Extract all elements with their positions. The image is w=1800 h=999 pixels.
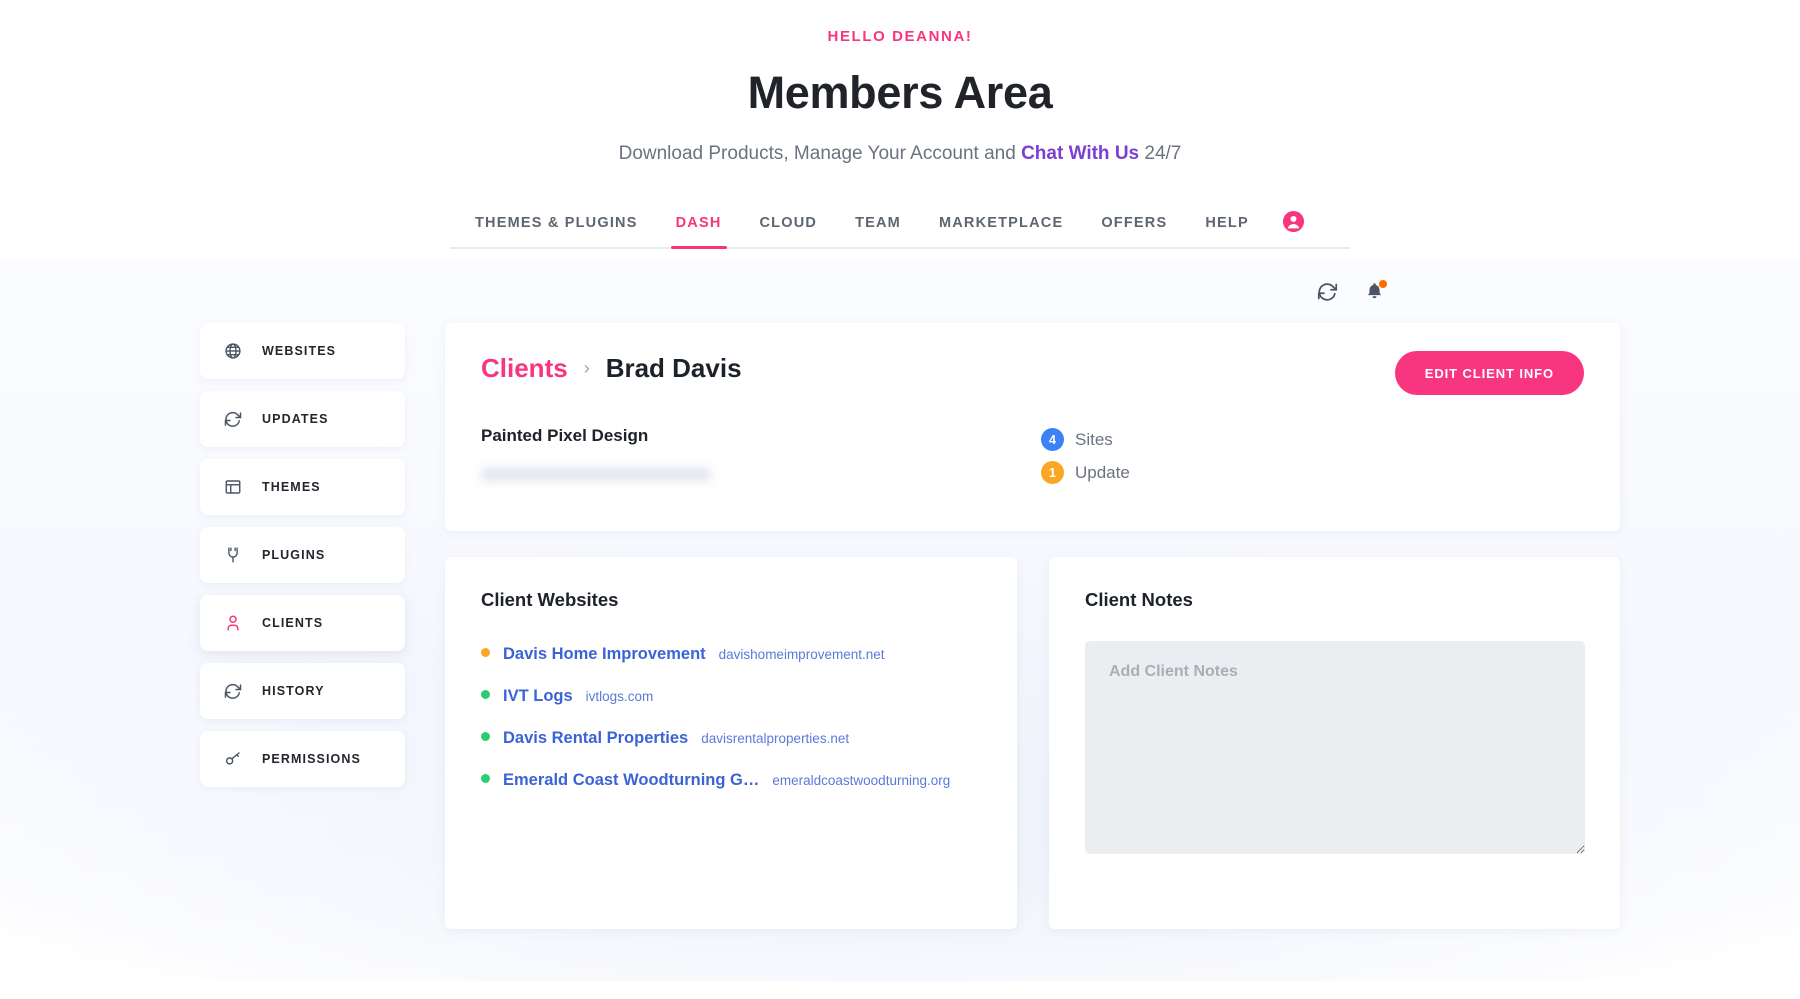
site-name-link[interactable]: IVT Logs	[503, 687, 573, 706]
refresh-icon[interactable]	[1317, 281, 1338, 302]
panel-title: Client Notes	[1085, 589, 1584, 611]
list-item[interactable]: IVT Logs ivtlogs.com	[481, 687, 981, 706]
sidebar-item-label: PLUGINS	[262, 548, 325, 562]
list-item[interactable]: Emerald Coast Woodturning G… emeraldcoas…	[481, 771, 981, 790]
panel-title: Client Websites	[481, 589, 981, 611]
list-item[interactable]: Davis Rental Properties davisrentalprope…	[481, 729, 981, 748]
stat-sites: 4 Sites	[1041, 428, 1130, 451]
account-circle-icon[interactable]	[1282, 210, 1305, 233]
client-email-redacted	[481, 468, 711, 481]
sidebar-item-clients[interactable]: CLIENTS	[200, 595, 405, 651]
chat-with-us-link[interactable]: Chat With Us	[1021, 143, 1139, 164]
window-icon	[224, 478, 242, 496]
site-url-link[interactable]: emeraldcoastwoodturning.org	[772, 773, 950, 788]
status-badge: 1	[1041, 461, 1064, 484]
client-websites-list: Davis Home Improvement davishomeimprovem…	[481, 645, 981, 790]
client-company-name: Painted Pixel Design	[481, 426, 1041, 446]
client-websites-panel: Client Websites Davis Home Improvement d…	[445, 557, 1017, 929]
refresh-icon	[224, 410, 242, 428]
panels-row: Client Websites Davis Home Improvement d…	[445, 557, 1620, 929]
subtitle-prefix: Download Products, Manage Your Account a…	[619, 143, 1021, 164]
client-header-card: Clients › Brad Davis EDIT CLIENT INFO Pa…	[445, 323, 1620, 531]
tab-help[interactable]: HELP	[1186, 207, 1267, 247]
notification-badge-dot	[1379, 280, 1387, 288]
dashboard-layout: WEBSITES UPDATES	[200, 323, 1620, 929]
sidebar: WEBSITES UPDATES	[200, 323, 405, 929]
bell-icon[interactable]	[1364, 281, 1385, 302]
client-stats: 4 Sites 1 Update	[1041, 426, 1130, 494]
edit-client-info-button[interactable]: EDIT CLIENT INFO	[1395, 351, 1584, 395]
person-icon	[224, 614, 242, 632]
site-name-link[interactable]: Emerald Coast Woodturning G…	[503, 771, 759, 790]
client-identity: Painted Pixel Design	[481, 426, 1041, 494]
key-icon	[224, 750, 242, 768]
tab-team[interactable]: TEAM	[836, 207, 920, 247]
main-navigation: THEMES & PLUGINS DASH CLOUD TEAM MARKETP…	[0, 207, 1800, 249]
hero-subtitle: Download Products, Manage Your Account a…	[0, 143, 1800, 165]
site-name-link[interactable]: Davis Home Improvement	[503, 645, 706, 664]
site-url-link[interactable]: davishomeimprovement.net	[719, 647, 885, 662]
dashboard-shell: WEBSITES UPDATES	[0, 261, 1800, 981]
plug-icon	[224, 546, 242, 564]
client-summary: Painted Pixel Design 4 Sites 1 Update	[481, 426, 1584, 494]
globe-icon	[224, 342, 242, 360]
sidebar-item-label: UPDATES	[262, 412, 329, 426]
subtitle-suffix: 24/7	[1139, 143, 1181, 164]
tab-marketplace[interactable]: MARKETPLACE	[920, 207, 1082, 247]
stat-label: Sites	[1075, 430, 1113, 450]
tab-offers[interactable]: OFFERS	[1082, 207, 1186, 247]
status-badge: 4	[1041, 428, 1064, 451]
sidebar-item-websites[interactable]: WEBSITES	[200, 323, 405, 379]
breadcrumb-current: Brad Davis	[606, 353, 742, 384]
tab-dash[interactable]: DASH	[657, 207, 741, 247]
chevron-right-icon: ›	[584, 358, 590, 379]
client-notes-textarea[interactable]	[1085, 641, 1585, 854]
members-area-page: HELLO DEANNA! Members Area Download Prod…	[0, 0, 1800, 999]
status-dot-icon	[481, 690, 490, 699]
tab-themes-plugins[interactable]: THEMES & PLUGINS	[456, 207, 657, 247]
status-dot-icon	[481, 648, 490, 657]
sidebar-item-updates[interactable]: UPDATES	[200, 391, 405, 447]
sidebar-item-label: HISTORY	[262, 684, 325, 698]
status-dot-icon	[481, 732, 490, 741]
sidebar-item-plugins[interactable]: PLUGINS	[200, 527, 405, 583]
greeting-text: HELLO DEANNA!	[0, 28, 1800, 45]
sidebar-item-label: PERMISSIONS	[262, 752, 361, 766]
list-item[interactable]: Davis Home Improvement davishomeimprovem…	[481, 645, 981, 664]
site-url-link[interactable]: ivtlogs.com	[586, 689, 654, 704]
sidebar-item-themes[interactable]: THEMES	[200, 459, 405, 515]
sidebar-item-label: WEBSITES	[262, 344, 336, 358]
sidebar-item-history[interactable]: HISTORY	[200, 663, 405, 719]
site-name-link[interactable]: Davis Rental Properties	[503, 729, 688, 748]
dashboard-toolbar	[1317, 281, 1385, 302]
main-content: Clients › Brad Davis EDIT CLIENT INFO Pa…	[445, 323, 1620, 929]
refresh-icon	[224, 682, 242, 700]
sidebar-item-label: THEMES	[262, 480, 321, 494]
sidebar-item-label: CLIENTS	[262, 616, 323, 630]
site-url-link[interactable]: davisrentalproperties.net	[701, 731, 849, 746]
client-notes-panel: Client Notes	[1049, 557, 1620, 929]
tab-cloud[interactable]: CLOUD	[741, 207, 837, 247]
sidebar-item-permissions[interactable]: PERMISSIONS	[200, 731, 405, 787]
nav-tabs: THEMES & PLUGINS DASH CLOUD TEAM MARKETP…	[450, 207, 1350, 249]
breadcrumb-clients-link[interactable]: Clients	[481, 353, 568, 384]
page-title: Members Area	[0, 67, 1800, 119]
stat-label: Update	[1075, 463, 1130, 483]
stat-updates: 1 Update	[1041, 461, 1130, 484]
hero-section: HELLO DEANNA! Members Area Download Prod…	[0, 0, 1800, 165]
status-dot-icon	[481, 774, 490, 783]
